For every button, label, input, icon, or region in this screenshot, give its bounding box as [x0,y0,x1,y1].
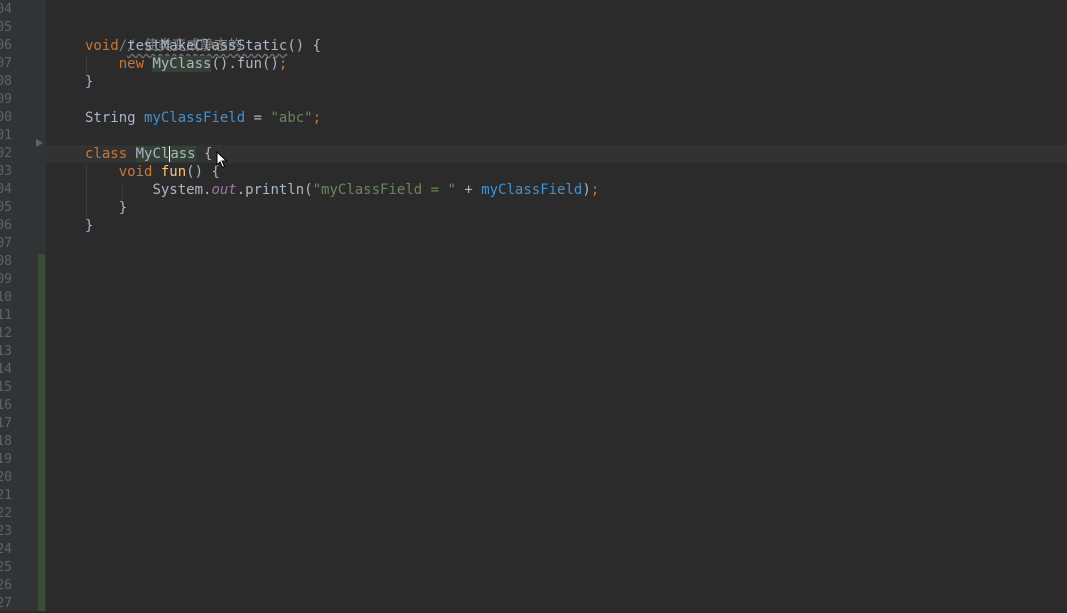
line-number: 09 [0,272,12,287]
line-number: 03 [0,164,12,179]
line-number-gutter[interactable]: 04 05 06 07 08 09 00 01 02 03 04 05 06 0… [0,0,46,611]
code-text: () { [186,164,220,180]
code-text: } [85,74,94,90]
code-line[interactable]: class MyClass { [85,145,212,163]
line-number: 18 [0,434,12,449]
line-number: 02 [0,146,12,161]
field-name: myClassField [481,182,583,198]
keyword: void [118,164,153,180]
line-number: 22 [0,506,12,521]
code-line[interactable]: System.out.println("myClassField = " + m… [85,181,599,199]
code-text: + [455,182,482,198]
code-line[interactable]: void fun() { [85,163,220,181]
field-name: myClassField [144,110,246,126]
code-line[interactable]: void testMakeClassStatic() { [85,37,321,55]
keyword: new [118,56,145,72]
line-number: 09 [0,92,12,107]
line-number: 15 [0,380,12,395]
line-number: 21 [0,488,12,503]
semicolon: ; [590,182,600,198]
mouse-pointer-icon [216,151,228,169]
code-text: () { [287,38,322,54]
type-name: String [85,110,136,126]
line-number: 26 [0,578,12,593]
line-number: 04 [0,2,12,17]
line-number: 07 [0,56,12,71]
line-number: 19 [0,452,12,467]
line-number: 06 [0,38,12,53]
code-text: ) [582,182,591,198]
code-text: System. [152,182,212,198]
line-number: 11 [0,308,12,323]
line-number: 17 [0,416,12,431]
code-line[interactable]: // 使类变成静态的 [85,19,242,54]
line-number: 16 [0,398,12,413]
code-text: ().fun() [211,56,279,72]
line-number: 12 [0,326,12,341]
method-name: fun [160,164,187,180]
line-number: 10 [0,290,12,305]
code-line[interactable]: } [85,73,93,91]
line-number: 13 [0,344,12,359]
code-text: = [245,110,271,126]
class-declaration: MyClass [135,146,196,162]
code-editor[interactable]: // 使类变成静态的 void testMakeClassStatic() { … [46,0,1067,611]
code-text: { [195,146,213,162]
line-number: 23 [0,524,12,539]
vcs-change-marker[interactable] [38,254,45,611]
code-line[interactable]: } [85,217,93,235]
line-number: 04 [0,182,12,197]
line-number: 00 [0,110,12,125]
string-literal: "myClassField = " [312,182,456,198]
code-text: } [85,218,94,234]
line-number: 06 [0,218,12,233]
line-number: 01 [0,128,12,143]
code-line[interactable]: } [85,199,127,217]
line-number: 27 [0,596,12,611]
string-literal: "abc" [270,110,313,126]
semicolon: ; [312,110,322,126]
line-number: 05 [0,20,12,35]
line-number: 20 [0,470,12,485]
keyword: void [85,38,119,54]
line-number: 14 [0,362,12,377]
line-number: 08 [0,254,12,269]
fold-arrow-icon[interactable] [36,139,43,147]
code-line[interactable]: String myClassField = "abc"; [85,109,321,127]
code-text: } [118,200,128,216]
line-number: 08 [0,74,12,89]
line-number: 25 [0,560,12,575]
line-number: 05 [0,200,12,215]
line-number: 24 [0,542,12,557]
static-field: out [211,182,237,198]
line-number: 07 [0,236,12,251]
method-name: testMakeClassStatic [127,38,288,54]
keyword: class [85,146,128,162]
semicolon: ; [278,56,288,72]
code-text: .println( [236,182,313,198]
code-line[interactable]: new MyClass().fun(); [85,55,287,73]
class-reference: MyClass [152,56,212,72]
